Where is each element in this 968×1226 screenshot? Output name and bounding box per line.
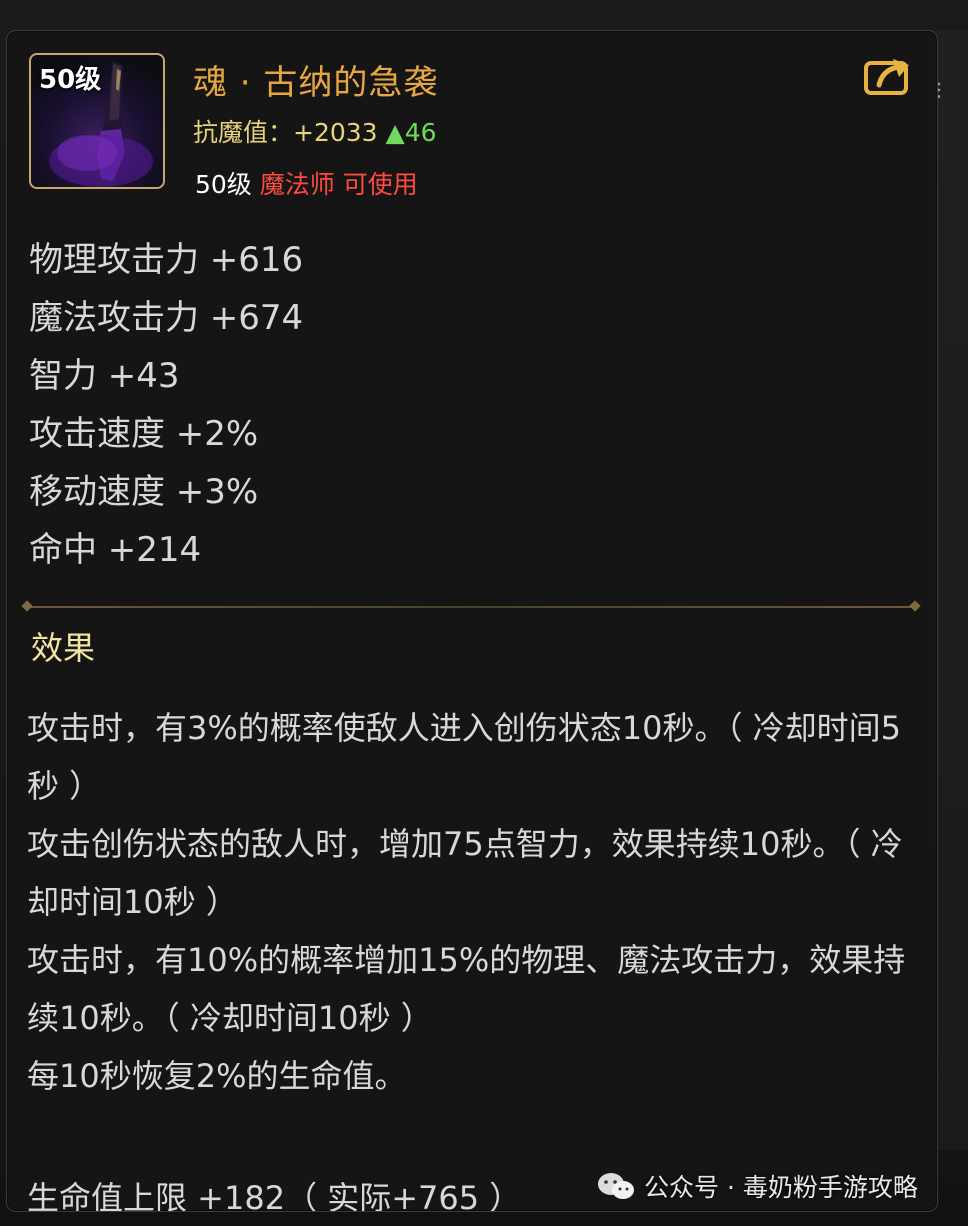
share-icon[interactable] [863, 55, 913, 97]
item-title: 魂 · 古纳的急袭 [193, 63, 439, 103]
requirement-line: 50级 魔法师 可使用 [195, 165, 418, 201]
watermark-text: 公众号 · 毒奶粉手游攻略 [644, 1173, 918, 1202]
partial-effect-line: 生命值上限 +182（ 实际+765 ） [27, 1179, 522, 1212]
effect-title: 效果 [31, 629, 96, 667]
item-icon-level: 50级 [39, 65, 102, 95]
attribute-line: 命中 +214 [29, 530, 202, 570]
attribute-line: 魔法攻击力 +674 [29, 298, 304, 338]
item-weapon-icon: 50级 [29, 53, 165, 189]
attribute-line: 攻击速度 +2% [29, 414, 259, 454]
purple-aura-icon [49, 135, 153, 187]
item-tooltip: 50级 魂 · 古纳的急袭 抗魔值：+2033 ▲46 50级 魔法师 可使用 … [6, 30, 938, 1212]
effect-list: 攻击时，有3%的概率使敌人进入创伤状态10秒。（ 冷却时间5秒 ） 攻击创伤状态… [27, 699, 907, 1105]
attribute-line: 移动速度 +3% [29, 472, 259, 512]
game-screen: ⫶ 50级 魂 · 古纳的急袭 抗魔值：+2033 ▲46 50级 魔法师 可使… [0, 0, 968, 1226]
attribute-line: 物理攻击力 +616 [29, 240, 304, 280]
effect-line: 每10秒恢复2%的生命值。 [27, 1057, 407, 1095]
background-tab: ⫶ [936, 80, 942, 105]
attribute-line: 智力 +43 [29, 356, 180, 396]
required-level: 50级 [195, 170, 252, 199]
watermark: 公众号 · 毒奶粉手游攻略 [596, 1168, 918, 1204]
magic-resist-stat: 抗魔值：+2033 ▲46 [193, 113, 437, 149]
magic-resist-label: 抗魔值：+2033 [193, 118, 378, 147]
effect-line: 攻击创伤状态的敌人时，增加75点智力，效果持续10秒。（ 冷却时间10秒 ） [27, 825, 903, 921]
required-class: 魔法师 可使用 [259, 170, 418, 199]
section-divider [25, 606, 917, 608]
effect-line: 攻击时，有3%的概率使敌人进入创伤状态10秒。（ 冷却时间5秒 ） [27, 709, 902, 805]
wechat-icon [598, 1173, 634, 1199]
effect-line: 攻击时，有10%的概率增加15%的物理、魔法攻击力，效果持续10秒。（ 冷却时间… [27, 941, 906, 1037]
magic-resist-delta: ▲46 [385, 118, 437, 147]
attribute-list: 物理攻击力 +616 魔法攻击力 +674 智力 +43 攻击速度 +2% 移动… [29, 231, 303, 579]
